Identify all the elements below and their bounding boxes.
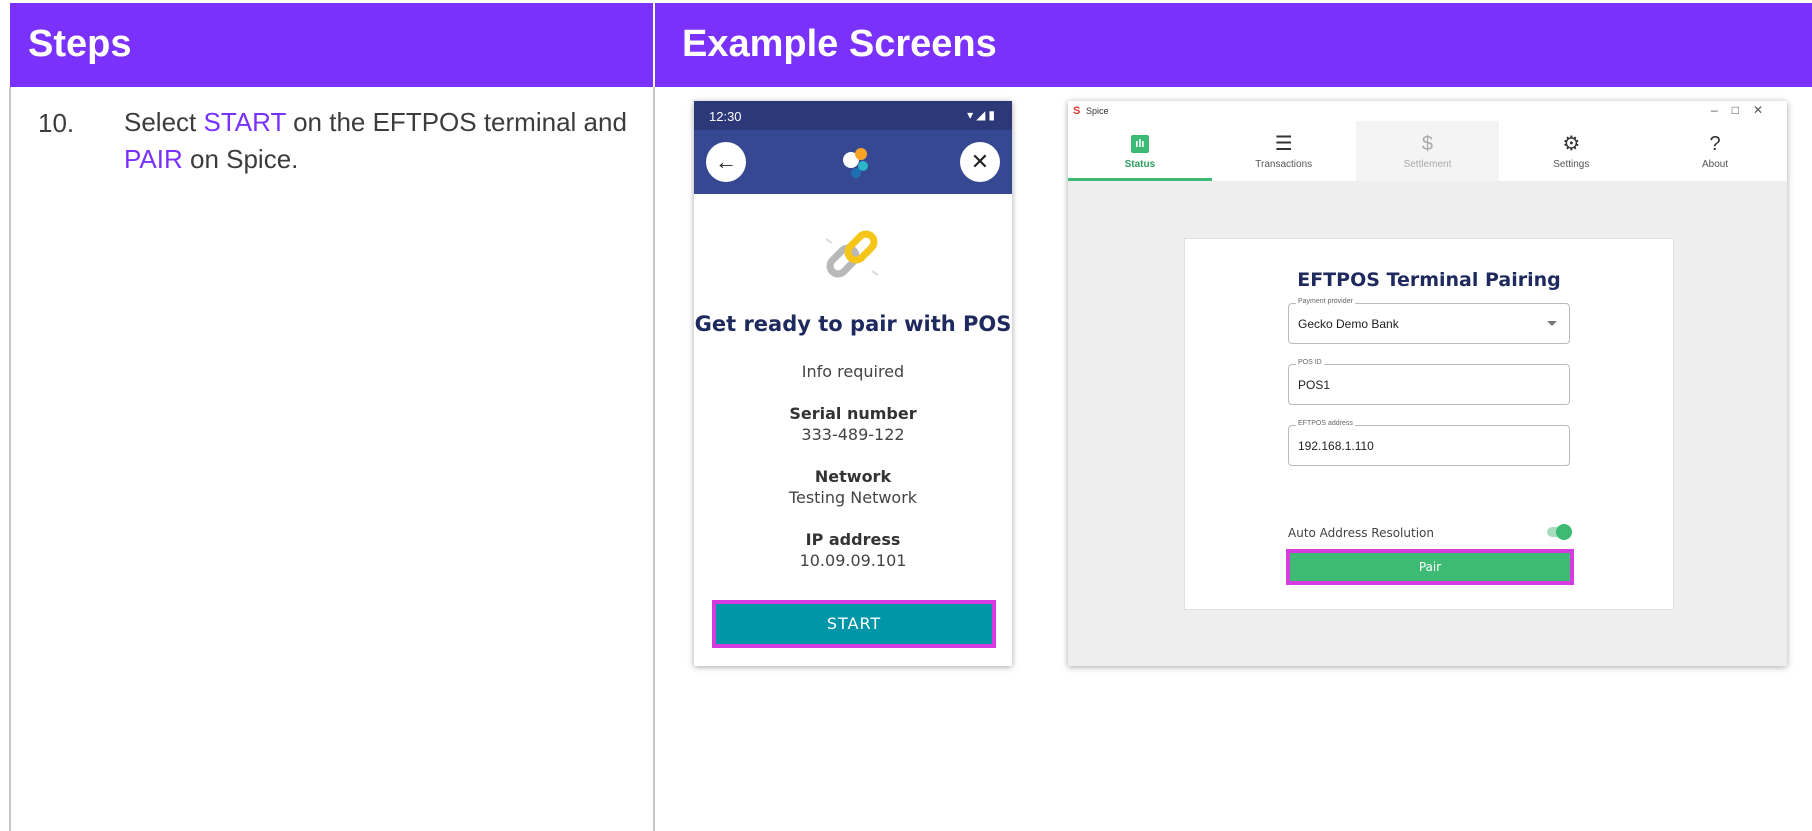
auto-address-resolution-label: Auto Address Resolution: [1288, 526, 1434, 540]
tab-bar: ılı Status ☰ Transactions $ Settlement ⚙…: [1068, 121, 1787, 181]
phone-nav-bar: ← ✕: [694, 130, 1012, 194]
tab-label: Transactions: [1255, 159, 1313, 170]
spice-logo-icon: S: [1073, 105, 1081, 117]
payment-provider-value: Gecko Demo Bank: [1298, 317, 1399, 331]
start-button[interactable]: START: [712, 600, 996, 648]
network-value: Testing Network: [788, 488, 918, 507]
ip-address-value: 10.09.09.101: [799, 551, 907, 570]
pos-id-label: POS ID: [1296, 359, 1324, 366]
pairing-card-title: EFTPOS Terminal Pairing: [1297, 269, 1561, 291]
phone-status-bar: 12:30 ▾◢▮: [694, 101, 1012, 130]
gear-icon: ⚙: [1562, 133, 1581, 155]
example-screens-header: Example Screens: [682, 23, 997, 65]
window-titlebar: S Spice –□✕: [1068, 101, 1787, 121]
tab-label: Settings: [1553, 159, 1590, 170]
tab-settlement[interactable]: $ Settlement: [1355, 121, 1500, 181]
payment-provider-label: Payment provider: [1296, 298, 1355, 305]
tab-label: Settlement: [1403, 159, 1452, 170]
eftpos-address-field[interactable]: EFTPOS address 192.168.1.110: [1288, 420, 1570, 466]
network-label: Network: [814, 467, 892, 486]
chain-link-icon: [825, 230, 879, 278]
pos-id-field[interactable]: POS ID POS1: [1288, 359, 1570, 405]
window-controls[interactable]: –□✕: [1711, 103, 1777, 117]
spice-desktop-screenshot: S Spice –□✕ ılı Status ☰ Transactions $ …: [1068, 101, 1787, 666]
step-text-part: on Spice.: [182, 144, 299, 174]
phone-time: 12:30: [709, 109, 742, 124]
pair-highlight: PAIR: [124, 144, 183, 174]
bar-chart-icon: ılı: [1130, 135, 1149, 153]
table-header-row: Steps Example Screens: [10, 3, 1812, 87]
step-text-part: on the EFTPOS terminal and: [285, 107, 627, 137]
ip-address-label: IP address: [805, 530, 901, 549]
eftpos-address-label: EFTPOS address: [1296, 420, 1355, 427]
step-text-part: Select: [124, 107, 204, 137]
start-highlight: START: [203, 107, 286, 137]
tab-label: Status: [1124, 159, 1156, 170]
tab-label: About: [1702, 159, 1729, 170]
tab-transactions[interactable]: ☰ Transactions: [1212, 121, 1356, 181]
app-title: Spice: [1086, 106, 1109, 116]
pairing-card: EFTPOS Terminal Pairing Payment provider…: [1184, 238, 1674, 610]
list-check-icon: ☰: [1274, 133, 1293, 155]
payment-provider-select[interactable]: Payment provider Gecko Demo Bank: [1288, 298, 1570, 344]
column-divider: [653, 87, 655, 831]
serial-number-label: Serial number: [789, 404, 917, 423]
tab-status[interactable]: ılı Status: [1068, 121, 1212, 181]
tab-about[interactable]: ? About: [1643, 121, 1787, 181]
serial-number-value: 333-489-122: [801, 425, 905, 444]
eftpos-address-value: 192.168.1.110: [1298, 439, 1374, 453]
step-number: 10.: [38, 108, 75, 138]
phone-title: Get ready to pair with POS: [694, 312, 1012, 336]
signal-battery-icons: ▾◢▮: [967, 108, 998, 122]
chevron-down-icon: [1547, 321, 1557, 326]
back-arrow-icon[interactable]: ←: [706, 142, 746, 182]
step-instruction: Select START on the EFTPOS terminal and …: [124, 104, 634, 178]
header-divider: [653, 3, 655, 87]
close-icon[interactable]: ✕: [960, 142, 1000, 182]
phone-screenshot: 12:30 ▾◢▮ ← ✕ Get ready to pair with POS…: [694, 101, 1012, 666]
hand-dollar-icon: $: [1421, 133, 1434, 155]
tab-settings[interactable]: ⚙ Settings: [1499, 121, 1643, 181]
info-required-text: Info required: [801, 362, 905, 381]
question-icon: ?: [1709, 133, 1721, 155]
steps-header: Steps: [28, 23, 132, 65]
app-logo-icon: [843, 148, 868, 178]
auto-address-resolution-toggle[interactable]: [1547, 524, 1572, 540]
pos-id-value: POS1: [1298, 378, 1331, 392]
table-left-border: [9, 87, 11, 831]
pair-button[interactable]: Pair: [1286, 549, 1574, 585]
